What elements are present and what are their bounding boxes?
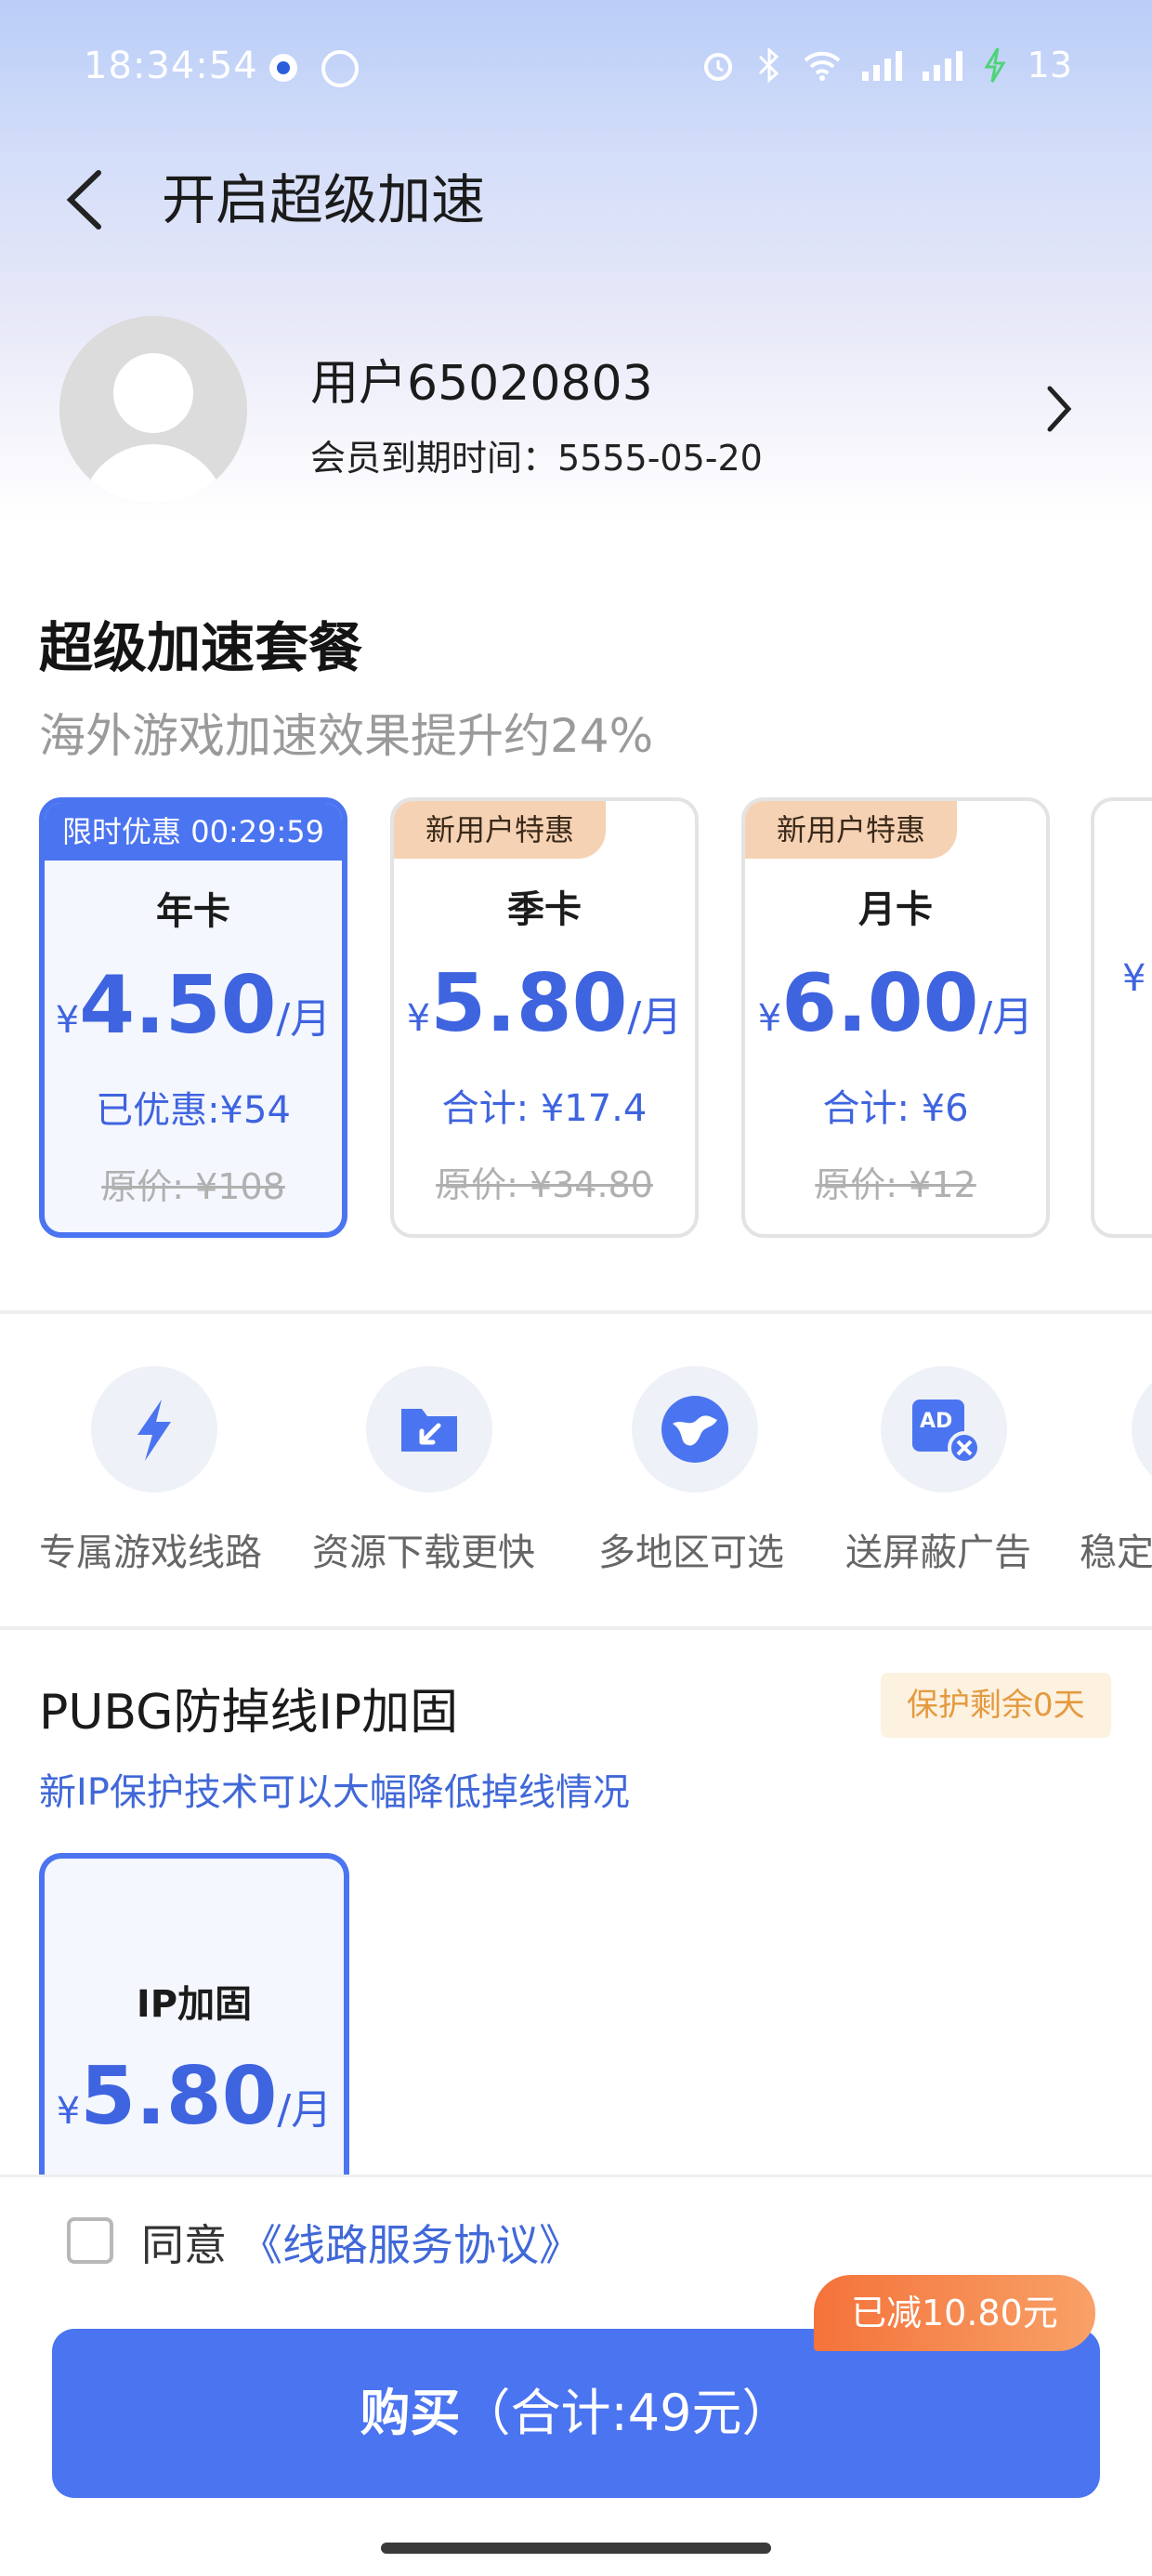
vip-expire: 会员到期时间：5555-05-20 xyxy=(310,429,763,480)
plan-name: 年卡 xyxy=(156,890,230,933)
buy-total: （合计:49元） xyxy=(460,2384,792,2442)
vip-expire-label: 会员到期时间： xyxy=(310,438,558,479)
price-currency: ¥ xyxy=(757,997,782,1040)
plan-original-price: 原价: ¥108 xyxy=(101,1166,285,1207)
notification-dot-icon xyxy=(269,54,297,82)
price-currency: ¥ xyxy=(406,997,431,1040)
feature-list: 专属游戏线路 资源下载更快 多地区可选 AD 送屏蔽广告 稳定 xyxy=(0,1357,1152,1598)
profile-row[interactable]: 用户65020803 会员到期时间：5555-05-20 xyxy=(0,307,1152,511)
price-value: 5.80 xyxy=(430,957,628,1050)
plan-price: ¥ xyxy=(1094,957,1152,1000)
lightning-icon xyxy=(91,1366,217,1492)
price-value: 5.80 xyxy=(80,2050,278,2143)
ip-plan-name: IP加固 xyxy=(136,1983,253,2026)
plan-original-price: 原价: ¥12 xyxy=(815,1164,976,1205)
page-title: 开启超级加速 xyxy=(162,168,486,231)
feature-label: 稳定 xyxy=(1080,1531,1152,1574)
protection-badge: 保护剩余0天 xyxy=(881,1673,1111,1738)
price-unit: /月 xyxy=(276,995,332,1043)
nav-bar: 开启超级加速 xyxy=(0,139,1152,260)
home-indicator[interactable] xyxy=(381,2543,771,2554)
plan-card-monthly[interactable]: 新用户特惠 月卡 ¥6.00/月 合计: ¥6 原价: ¥12 xyxy=(741,797,1050,1238)
user-name: 用户65020803 xyxy=(310,356,653,412)
divider xyxy=(0,1626,1152,1630)
status-time: 18:34:54 xyxy=(84,45,258,87)
plan-total: 合计: ¥17.4 xyxy=(441,1087,648,1130)
globe-icon xyxy=(632,1366,758,1492)
stable-icon xyxy=(1132,1366,1152,1492)
plan-list: 限时优惠 00:29:59 年卡 ¥4.50/月 已优惠:¥54 原价: ¥10… xyxy=(0,794,1152,1240)
feature-label: 送屏蔽广告 xyxy=(845,1531,1031,1574)
plan-total: 已优惠:¥54 xyxy=(96,1089,291,1132)
price-unit: /月 xyxy=(277,2086,333,2134)
feature-label: 专属游戏线路 xyxy=(39,1531,262,1574)
pubg-section-title: PUBG防掉线IP加固 xyxy=(39,1685,459,1741)
plan-badge: 新用户特惠 xyxy=(745,801,958,859)
chevron-right-icon[interactable] xyxy=(1041,381,1078,437)
price-value: 4.50 xyxy=(79,959,277,1052)
price-currency: ¥ xyxy=(56,2090,81,2133)
charging-icon xyxy=(983,47,1006,83)
signal-icon xyxy=(861,49,902,81)
agree-label: 同意 xyxy=(141,2220,227,2270)
service-agreement-link[interactable]: 《线路服务协议》 xyxy=(240,2212,582,2273)
plan-price: ¥4.50/月 xyxy=(45,959,342,1052)
signal-icon xyxy=(922,49,962,81)
ip-plan-price: ¥5.80/月 xyxy=(45,2050,344,2143)
pubg-section-subtitle: 新IP保护技术可以大幅降低掉线情况 xyxy=(39,1771,630,1814)
plan-name: 季卡 xyxy=(507,888,582,931)
package-section-title: 超级加速套餐 xyxy=(39,616,363,679)
avatar xyxy=(59,316,247,504)
buy-button[interactable]: 购买（合计:49元） xyxy=(52,2329,1100,2498)
plan-badge: 限时优惠 00:29:59 xyxy=(45,803,342,861)
price-value: 6.00 xyxy=(781,957,979,1050)
feature-label: 资源下载更快 xyxy=(312,1531,535,1574)
plan-card-quarterly[interactable]: 新用户特惠 季卡 ¥5.80/月 合计: ¥17.4 原价: ¥34.80 xyxy=(390,797,699,1238)
download-folder-icon xyxy=(366,1366,492,1492)
wifi-icon xyxy=(804,51,841,81)
svg-text:AD: AD xyxy=(920,1410,952,1433)
price-unit: /月 xyxy=(978,993,1034,1041)
plan-price: ¥5.80/月 xyxy=(394,957,695,1050)
feature-label: 多地区可选 xyxy=(598,1531,784,1574)
buy-label: 购买 xyxy=(360,2384,461,2442)
plan-name: 月卡 xyxy=(858,888,933,931)
status-bar: 18:34:54 13 xyxy=(0,0,1152,139)
vip-expire-date: 5555-05-20 xyxy=(557,438,763,479)
compass-icon xyxy=(321,50,359,87)
price-currency: ¥ xyxy=(1122,957,1146,1000)
price-currency: ¥ xyxy=(55,999,80,1042)
price-unit: /月 xyxy=(627,993,683,1041)
plan-original-price: 原价: ¥34.80 xyxy=(436,1164,653,1205)
discount-badge: 已减10.80元 xyxy=(814,2275,1095,2351)
plan-price: ¥6.00/月 xyxy=(745,957,1046,1050)
chevron-left-icon[interactable] xyxy=(58,167,113,232)
divider xyxy=(0,1310,1152,1314)
agree-checkbox[interactable] xyxy=(67,2217,113,2264)
plan-card-yearly[interactable]: 限时优惠 00:29:59 年卡 ¥4.50/月 已优惠:¥54 原价: ¥10… xyxy=(39,797,347,1238)
plan-badge: 新用户特惠 xyxy=(394,801,607,859)
bluetooth-icon xyxy=(758,47,779,83)
plan-total: 合计: ¥6 xyxy=(822,1087,969,1130)
ad-block-icon: AD xyxy=(881,1366,1007,1492)
package-section-subtitle: 海外游戏加速效果提升约24% xyxy=(39,709,654,763)
alarm-icon xyxy=(703,53,732,81)
battery-level: 13 xyxy=(1027,45,1072,85)
status-icons: 13 xyxy=(700,45,1072,85)
plan-card-partial[interactable]: ¥ xyxy=(1091,797,1152,1238)
